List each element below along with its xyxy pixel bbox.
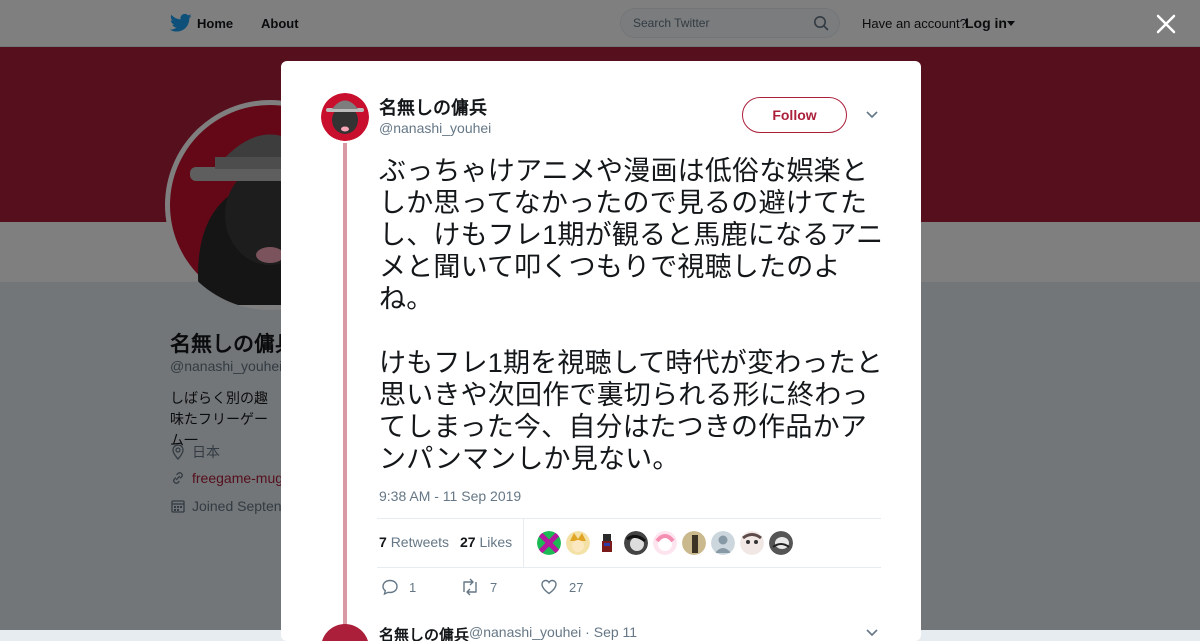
- retweets-label: Retweets: [390, 534, 450, 550]
- retweets-stat[interactable]: 7 Retweets: [379, 534, 449, 550]
- liker-avatar[interactable]: [769, 531, 793, 555]
- liker-avatar[interactable]: [653, 531, 677, 555]
- liker-avatar[interactable]: [624, 531, 648, 555]
- like-count: 27: [569, 580, 584, 595]
- tweet-modal: 名無しの傭兵 @nanashi_youhei Follow ぶっちゃけアニメや漫…: [281, 61, 921, 641]
- liker-avatar[interactable]: [595, 531, 619, 555]
- tweet-text: ぶっちゃけアニメや漫画は低俗な娯楽としか思ってなかったので見るの避けてたし、けも…: [379, 156, 884, 474]
- heart-icon: [541, 579, 557, 595]
- reply-icon: [382, 579, 398, 596]
- tweet-timestamp[interactable]: 9:38 AM - 11 Sep 2019: [379, 488, 521, 504]
- likes-stat[interactable]: 27 Likes: [460, 534, 512, 550]
- stats-divider: [523, 519, 524, 567]
- reply-count: 1: [409, 580, 417, 595]
- retweet-icon: [463, 578, 477, 596]
- retweets-count: 7: [379, 534, 387, 550]
- next-tweet-avatar[interactable]: [321, 624, 369, 641]
- thread-connector-line: [343, 143, 347, 641]
- liker-avatar[interactable]: [682, 531, 706, 555]
- next-tweet-author[interactable]: 名無しの傭兵: [379, 624, 469, 641]
- avatar-image: [321, 93, 369, 141]
- tweet-stats: 7 Retweets 27 Likes: [377, 518, 881, 568]
- chevron-down-icon[interactable]: [866, 111, 878, 119]
- close-icon[interactable]: [1154, 12, 1178, 36]
- chevron-down-icon[interactable]: [866, 629, 878, 637]
- next-tweet-meta: @nanashi_youhei · Sep 11: [469, 624, 638, 640]
- liker-avatar[interactable]: [711, 531, 735, 555]
- author-avatar[interactable]: [321, 93, 369, 141]
- liker-avatar[interactable]: [740, 531, 764, 555]
- author-handle[interactable]: @nanashi_youhei: [379, 120, 491, 136]
- author-name[interactable]: 名無しの傭兵: [379, 94, 487, 120]
- follow-button[interactable]: Follow: [742, 97, 847, 133]
- likes-label: Likes: [479, 534, 513, 550]
- likes-count: 27: [460, 534, 476, 550]
- retweet-count: 7: [490, 580, 498, 595]
- liker-avatar[interactable]: [537, 531, 561, 555]
- liker-avatar[interactable]: [566, 531, 590, 555]
